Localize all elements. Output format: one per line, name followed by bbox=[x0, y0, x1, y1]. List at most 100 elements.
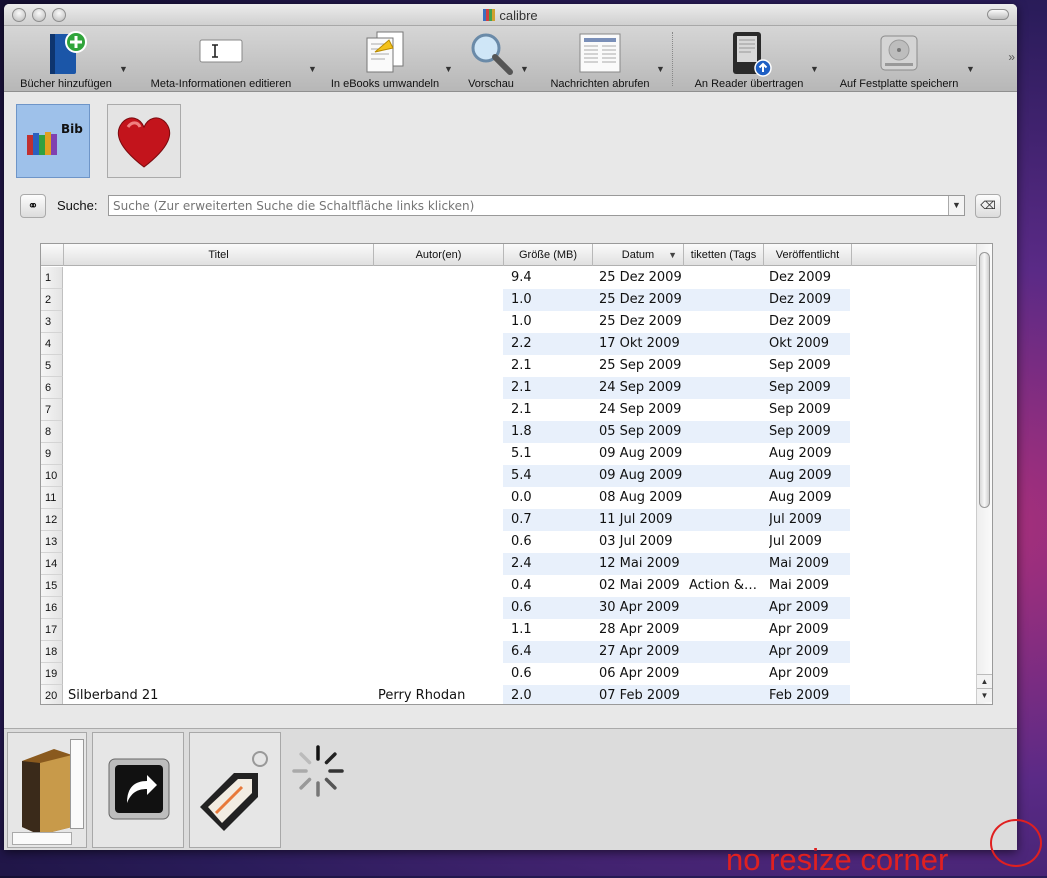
table-row[interactable]: 17 1.1 28 Apr 2009 Apr 2009 bbox=[41, 619, 977, 641]
cell-tags[interactable]: Action &… bbox=[689, 575, 763, 597]
row-number[interactable]: 17 bbox=[41, 619, 63, 641]
cell-tags[interactable] bbox=[689, 509, 763, 531]
cell-published[interactable]: Aug 2009 bbox=[769, 465, 851, 487]
cell-author[interactable] bbox=[378, 377, 502, 399]
cell-title[interactable] bbox=[68, 509, 368, 531]
cell-author[interactable] bbox=[378, 311, 502, 333]
table-row[interactable]: 11 0.0 08 Aug 2009 Aug 2009 bbox=[41, 487, 977, 509]
table-row[interactable]: 4 2.2 17 Okt 2009 Okt 2009 bbox=[41, 333, 977, 355]
cell-title[interactable]: Silberband 21 bbox=[68, 685, 368, 704]
column-header-author[interactable]: Autor(en) bbox=[374, 244, 504, 266]
cell-size[interactable]: 0.6 bbox=[511, 597, 591, 619]
cell-published[interactable]: Aug 2009 bbox=[769, 487, 851, 509]
convert-books-button[interactable]: In eBooks umwandeln bbox=[322, 26, 448, 92]
table-row[interactable]: 6 2.1 24 Sep 2009 Sep 2009 bbox=[41, 377, 977, 399]
table-row[interactable]: 1 9.4 25 Dez 2009 Dez 2009 bbox=[41, 267, 977, 289]
convert-dropdown[interactable]: ▼ bbox=[444, 64, 453, 74]
cell-published[interactable]: Okt 2009 bbox=[769, 333, 851, 355]
cell-author[interactable] bbox=[378, 399, 502, 421]
cell-author[interactable] bbox=[378, 421, 502, 443]
cell-date[interactable]: 25 Dez 2009 bbox=[599, 311, 685, 333]
cell-date[interactable]: 05 Sep 2009 bbox=[599, 421, 685, 443]
cell-size[interactable]: 2.1 bbox=[511, 399, 591, 421]
cell-size[interactable]: 0.7 bbox=[511, 509, 591, 531]
cell-author[interactable] bbox=[378, 575, 502, 597]
cell-size[interactable]: 5.4 bbox=[511, 465, 591, 487]
column-header-title[interactable]: Titel bbox=[64, 244, 374, 266]
save-to-disk-button[interactable]: Auf Festplatte speichern bbox=[828, 26, 970, 92]
cell-author[interactable] bbox=[378, 663, 502, 685]
column-header-size[interactable]: Größe (MB) bbox=[504, 244, 593, 266]
row-number[interactable]: 2 bbox=[41, 289, 63, 311]
cell-published[interactable]: Sep 2009 bbox=[769, 355, 851, 377]
row-number[interactable]: 12 bbox=[41, 509, 63, 531]
cell-title[interactable] bbox=[68, 641, 368, 663]
cell-title[interactable] bbox=[68, 355, 368, 377]
cell-tags[interactable] bbox=[689, 487, 763, 509]
table-row[interactable]: 8 1.8 05 Sep 2009 Sep 2009 bbox=[41, 421, 977, 443]
search-input[interactable] bbox=[108, 195, 965, 216]
advanced-search-button[interactable]: ⚭ bbox=[20, 194, 46, 218]
row-number[interactable]: 19 bbox=[41, 663, 63, 685]
scroll-up-arrow[interactable]: ▲ bbox=[977, 674, 992, 688]
table-row[interactable]: 20 Silberband 21 Perry Rhodan 2.0 07 Feb 200… bbox=[41, 685, 977, 704]
cell-title[interactable] bbox=[68, 311, 368, 333]
cell-title[interactable] bbox=[68, 553, 368, 575]
cell-date[interactable]: 24 Sep 2009 bbox=[599, 399, 685, 421]
cell-title[interactable] bbox=[68, 421, 368, 443]
cell-size[interactable]: 2.1 bbox=[511, 355, 591, 377]
cell-date[interactable]: 12 Mai 2009 bbox=[599, 553, 685, 575]
cell-author[interactable] bbox=[378, 487, 502, 509]
table-row[interactable]: 18 6.4 27 Apr 2009 Apr 2009 bbox=[41, 641, 977, 663]
cell-title[interactable] bbox=[68, 377, 368, 399]
cell-published[interactable]: Jul 2009 bbox=[769, 509, 851, 531]
cell-tags[interactable] bbox=[689, 641, 763, 663]
table-scroll-thumb[interactable] bbox=[979, 252, 990, 508]
cell-tags[interactable] bbox=[689, 289, 763, 311]
row-number[interactable]: 6 bbox=[41, 377, 63, 399]
cell-title[interactable] bbox=[68, 597, 368, 619]
toolbar-overflow-button[interactable]: » bbox=[1008, 50, 1015, 64]
send-to-reader-dropdown[interactable]: ▼ bbox=[810, 64, 819, 74]
cell-size[interactable]: 0.6 bbox=[511, 663, 591, 685]
row-number[interactable]: 3 bbox=[41, 311, 63, 333]
cell-date[interactable]: 09 Aug 2009 bbox=[599, 443, 685, 465]
cell-title[interactable] bbox=[68, 619, 368, 641]
cell-size[interactable]: 1.0 bbox=[511, 311, 591, 333]
send-to-reader-button[interactable]: An Reader übertragen bbox=[684, 26, 814, 92]
cell-tags[interactable] bbox=[689, 311, 763, 333]
table-row[interactable]: 13 0.6 03 Jul 2009 Jul 2009 bbox=[41, 531, 977, 553]
cell-date[interactable]: 25 Sep 2009 bbox=[599, 355, 685, 377]
cell-author[interactable] bbox=[378, 355, 502, 377]
cell-published[interactable]: Dez 2009 bbox=[769, 267, 851, 289]
cell-date[interactable]: 09 Aug 2009 bbox=[599, 465, 685, 487]
column-header-date[interactable]: Datum ▼ bbox=[593, 244, 684, 266]
cell-date[interactable]: 03 Jul 2009 bbox=[599, 531, 685, 553]
cell-author[interactable] bbox=[378, 641, 502, 663]
cell-author[interactable] bbox=[378, 531, 502, 553]
cell-date[interactable]: 11 Jul 2009 bbox=[599, 509, 685, 531]
cell-date[interactable]: 27 Apr 2009 bbox=[599, 641, 685, 663]
cell-tags[interactable] bbox=[689, 663, 763, 685]
cell-date[interactable]: 02 Mai 2009 bbox=[599, 575, 685, 597]
cover-browser-panel[interactable] bbox=[7, 732, 87, 848]
cell-tags[interactable] bbox=[689, 421, 763, 443]
column-header-published[interactable]: Veröffentlicht bbox=[764, 244, 852, 266]
cell-published[interactable]: Apr 2009 bbox=[769, 641, 851, 663]
cell-tags[interactable] bbox=[689, 685, 763, 704]
cell-title[interactable] bbox=[68, 663, 368, 685]
table-row[interactable]: 7 2.1 24 Sep 2009 Sep 2009 bbox=[41, 399, 977, 421]
row-number[interactable]: 13 bbox=[41, 531, 63, 553]
cell-author[interactable] bbox=[378, 289, 502, 311]
table-row[interactable]: 3 1.0 25 Dez 2009 Dez 2009 bbox=[41, 311, 977, 333]
open-folder-button[interactable] bbox=[92, 732, 184, 848]
edit-metadata-button[interactable]: Meta-Informationen editieren bbox=[136, 26, 306, 92]
cell-published[interactable]: Dez 2009 bbox=[769, 289, 851, 311]
cell-size[interactable]: 5.1 bbox=[511, 443, 591, 465]
fetch-news-button[interactable]: Nachrichten abrufen bbox=[538, 26, 662, 92]
cell-published[interactable]: Jul 2009 bbox=[769, 531, 851, 553]
tag-browser-button[interactable] bbox=[189, 732, 281, 848]
preview-dropdown[interactable]: ▼ bbox=[520, 64, 529, 74]
cell-title[interactable] bbox=[68, 465, 368, 487]
cell-date[interactable]: 07 Feb 2009 bbox=[599, 685, 685, 704]
